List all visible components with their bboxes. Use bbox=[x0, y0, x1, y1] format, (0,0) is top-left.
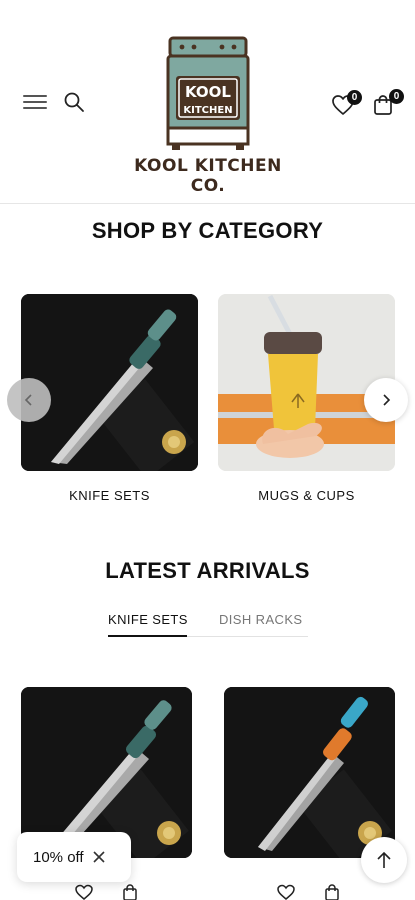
category-card-mugs-cups[interactable] bbox=[218, 294, 395, 471]
heart-icon[interactable] bbox=[276, 884, 296, 900]
logo-text-kool: KOOL bbox=[185, 83, 231, 101]
knife-product-image bbox=[21, 294, 198, 471]
discount-popup[interactable]: 10% off bbox=[17, 832, 131, 882]
category-label-knife-sets[interactable]: KNIFE SETS bbox=[21, 488, 198, 503]
logo-text-kitchen: KITCHEN bbox=[183, 105, 232, 116]
chevron-right-icon bbox=[383, 394, 391, 406]
cart-button[interactable]: 0 bbox=[372, 89, 404, 117]
latest-arrivals-title: LATEST ARRIVALS bbox=[105, 558, 310, 583]
carousel-next-button[interactable] bbox=[364, 378, 408, 422]
shop-by-category-title: SHOP BY CATEGORY bbox=[91, 218, 324, 243]
chevron-left-icon bbox=[24, 394, 32, 406]
back-to-top-button[interactable] bbox=[361, 837, 407, 883]
brand-name: KOOL KITCHEN CO. bbox=[134, 156, 282, 196]
close-icon[interactable] bbox=[92, 850, 106, 864]
arrow-up-icon bbox=[377, 851, 391, 868]
shopping-bag-icon[interactable] bbox=[322, 884, 342, 900]
wishlist-count-badge: 0 bbox=[347, 90, 362, 105]
hamburger-menu-icon[interactable] bbox=[23, 92, 47, 112]
cart-count-badge: 0 bbox=[389, 89, 404, 104]
knife-product-image bbox=[224, 687, 395, 858]
category-card-knife-sets[interactable] bbox=[21, 294, 198, 471]
heart-icon[interactable] bbox=[74, 884, 94, 900]
category-label-mugs-cups[interactable]: MUGS & CUPS bbox=[218, 488, 395, 503]
stove-logo-icon: KOOL KITCHEN bbox=[166, 36, 250, 150]
mug-product-image bbox=[218, 294, 395, 471]
tab-dish-racks[interactable]: DISH RACKS bbox=[219, 612, 302, 627]
tab-knife-sets[interactable]: KNIFE SETS bbox=[108, 612, 188, 627]
site-header: KOOL KITCHEN KOOL KITCHEN CO. 0 0 bbox=[0, 0, 415, 204]
wishlist-button[interactable]: 0 bbox=[331, 90, 362, 116]
shopping-bag-icon[interactable] bbox=[120, 884, 140, 900]
discount-label: 10% off bbox=[33, 848, 84, 866]
carousel-prev-button[interactable] bbox=[7, 378, 51, 422]
search-icon[interactable] bbox=[63, 91, 85, 113]
brand-logo[interactable]: KOOL KITCHEN KOOL KITCHEN CO. bbox=[130, 34, 286, 196]
active-tab-indicator bbox=[108, 635, 187, 637]
product-card-knife-2[interactable] bbox=[224, 687, 395, 858]
